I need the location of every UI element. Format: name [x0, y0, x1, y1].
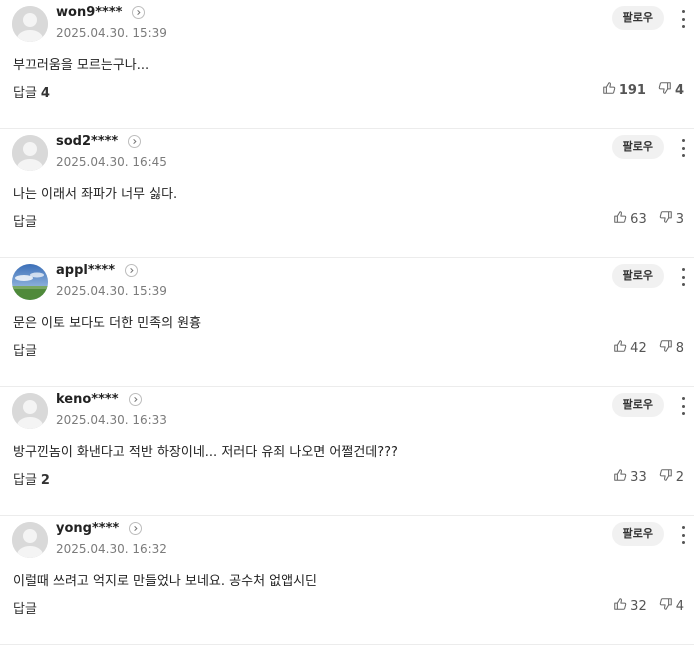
chevron-right-icon[interactable]: [132, 6, 146, 19]
like-button[interactable]: 63: [613, 210, 647, 228]
thumbs-down-icon: [658, 81, 675, 99]
dislike-count: 3: [675, 211, 684, 227]
reply-button[interactable]: 답글: [13, 340, 41, 359]
reply-button[interactable]: 답글 4: [13, 82, 50, 101]
user-profile-link[interactable]: sod2****: [56, 134, 142, 149]
chevron-right-icon[interactable]: [125, 264, 139, 277]
reply-count: 2: [40, 473, 50, 488]
thumbs-up-icon: [613, 597, 630, 615]
dislike-button[interactable]: 2: [659, 468, 684, 486]
dislike-count: 8: [675, 340, 684, 356]
dislike-button[interactable]: 4: [659, 597, 684, 615]
comment-list: won9**** 2025.04.30. 15:39 팔로우 부끄러움을 모르는…: [0, 0, 694, 645]
chevron-right-icon[interactable]: [128, 393, 142, 406]
reply-button[interactable]: 답글: [13, 211, 41, 230]
dislike-count: 4: [675, 598, 684, 614]
vote-controls: 42 8: [613, 339, 684, 357]
avatar[interactable]: [12, 264, 48, 300]
vote-controls: 32 4: [613, 597, 684, 615]
reply-label: 답글: [13, 473, 37, 488]
comment-text: 나는 이래서 좌파가 너무 싫다.: [13, 187, 178, 202]
like-button[interactable]: 42: [613, 339, 647, 357]
follow-button[interactable]: 팔로우: [611, 135, 664, 159]
user-profile-link[interactable]: won9****: [56, 5, 146, 20]
chevron-right-icon[interactable]: [128, 135, 142, 148]
thumbs-down-icon: [659, 339, 676, 357]
thumbs-up-icon: [613, 468, 630, 486]
vote-controls: 63 3: [613, 210, 684, 228]
comment-timestamp: 2025.04.30. 16:33: [56, 413, 167, 427]
comment-item: yong**** 2025.04.30. 16:32 팔로우 이럴때 쓰려고 억…: [0, 516, 694, 645]
thumbs-down-icon: [659, 210, 676, 228]
chevron-right-icon[interactable]: [129, 522, 143, 535]
like-count: 191: [618, 82, 646, 98]
dislike-count: 2: [675, 469, 684, 485]
thumbs-up-icon: [613, 210, 630, 228]
dislike-button[interactable]: 8: [659, 339, 684, 357]
like-button[interactable]: 32: [613, 597, 647, 615]
thumbs-up-icon: [613, 339, 630, 357]
dislike-button[interactable]: 3: [659, 210, 684, 228]
dislike-count: 4: [674, 82, 684, 98]
user-profile-link[interactable]: appl****: [56, 263, 139, 278]
username[interactable]: won9****: [56, 5, 122, 20]
reply-label: 답글: [13, 86, 37, 101]
avatar[interactable]: [12, 135, 48, 171]
username[interactable]: keno****: [56, 392, 119, 407]
avatar[interactable]: [12, 522, 48, 558]
reply-label: 답글: [13, 602, 37, 617]
reply-button[interactable]: 답글 2: [13, 469, 50, 488]
comment-timestamp: 2025.04.30. 15:39: [56, 26, 167, 40]
comment-timestamp: 2025.04.30. 15:39: [56, 284, 167, 298]
follow-button[interactable]: 팔로우: [611, 393, 664, 417]
avatar[interactable]: [12, 6, 48, 42]
username[interactable]: sod2****: [56, 134, 118, 149]
more-options-icon[interactable]: [680, 397, 686, 415]
user-profile-link[interactable]: keno****: [56, 392, 142, 407]
reply-label: 답글: [13, 344, 37, 359]
comment-timestamp: 2025.04.30. 16:32: [56, 542, 167, 556]
comment-item: keno**** 2025.04.30. 16:33 팔로우 방구낀놈이 화낸다…: [0, 387, 694, 516]
follow-button[interactable]: 팔로우: [611, 6, 664, 30]
more-options-icon[interactable]: [680, 139, 686, 157]
like-count: 32: [630, 598, 647, 614]
comment-text: 부끄러움을 모르는구나...: [13, 58, 150, 73]
comment-item: won9**** 2025.04.30. 15:39 팔로우 부끄러움을 모르는…: [0, 0, 694, 129]
like-button[interactable]: 191: [602, 81, 646, 99]
comment-text: 이럴때 쓰려고 억지로 만들었나 보네요. 공수처 없앱시딘: [13, 574, 318, 589]
user-profile-link[interactable]: yong****: [56, 521, 143, 536]
vote-controls: 191 4: [602, 81, 684, 99]
comment-text: 문은 이토 보다도 더한 민족의 원흉: [13, 316, 202, 331]
more-options-icon[interactable]: [680, 526, 686, 544]
more-options-icon[interactable]: [680, 10, 686, 28]
avatar[interactable]: [12, 393, 48, 429]
reply-count: 4: [40, 86, 50, 101]
follow-button[interactable]: 팔로우: [611, 264, 664, 288]
comment-item: sod2**** 2025.04.30. 16:45 팔로우 나는 이래서 좌파…: [0, 129, 694, 258]
follow-button[interactable]: 팔로우: [611, 522, 664, 546]
username[interactable]: yong****: [56, 521, 119, 536]
vote-controls: 33 2: [613, 468, 684, 486]
like-button[interactable]: 33: [613, 468, 647, 486]
dislike-button[interactable]: 4: [658, 81, 684, 99]
comment-text: 방구낀놈이 화낸다고 적반 하장이네... 저러다 유죄 나오면 어쩔건데???: [13, 445, 398, 460]
comment-item: appl**** 2025.04.30. 15:39 팔로우 문은 이토 보다도…: [0, 258, 694, 387]
like-count: 63: [630, 211, 647, 227]
like-count: 42: [630, 340, 647, 356]
username[interactable]: appl****: [56, 263, 115, 278]
more-options-icon[interactable]: [680, 268, 686, 286]
thumbs-down-icon: [659, 468, 676, 486]
reply-button[interactable]: 답글: [13, 598, 41, 617]
reply-label: 답글: [13, 215, 37, 230]
thumbs-down-icon: [659, 597, 676, 615]
comment-timestamp: 2025.04.30. 16:45: [56, 155, 167, 169]
like-count: 33: [630, 469, 647, 485]
thumbs-up-icon: [602, 81, 619, 99]
